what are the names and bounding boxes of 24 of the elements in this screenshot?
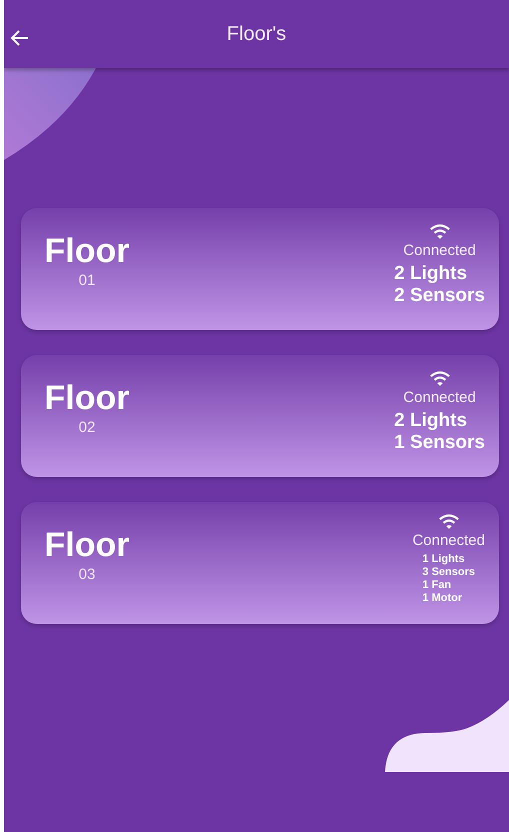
device-count: 1 Fan (422, 579, 452, 592)
floor-card[interactable]: Floor 02 Connected 2 Lights 1 Sensors (21, 355, 499, 477)
floor-card[interactable]: Floor 01 Connected 2 Lights 2 Sensors (21, 208, 499, 330)
floor-label: Floor (44, 526, 130, 564)
device-count: 1 Sensors (394, 432, 485, 454)
floor-label: Floor (44, 232, 130, 270)
wifi-icon (438, 513, 460, 530)
device-count: 2 Lights (394, 263, 468, 285)
connection-status: Connected (403, 242, 476, 259)
connection-status: Connected (412, 532, 485, 549)
screen-title: Floor's (226, 22, 286, 46)
device-count: 2 Lights (394, 410, 468, 432)
device-count: 2 Sensors (394, 285, 485, 307)
floor-card[interactable]: Floor 03 Connected 1 Lights 3 Sensors 1 Fan 1 Motor (21, 502, 499, 624)
wifi-icon (428, 370, 451, 387)
connection-status: Connected (403, 389, 476, 406)
wifi-icon (428, 223, 451, 240)
floor-label: Floor (44, 378, 130, 416)
floor-number: 02 (78, 418, 96, 436)
device-count: 3 Sensors (422, 566, 476, 579)
device-count: 1 Motor (422, 592, 462, 605)
device-count: 1 Lights (422, 553, 465, 566)
floor-number: 03 (78, 566, 96, 582)
floor-number: 01 (78, 272, 96, 288)
